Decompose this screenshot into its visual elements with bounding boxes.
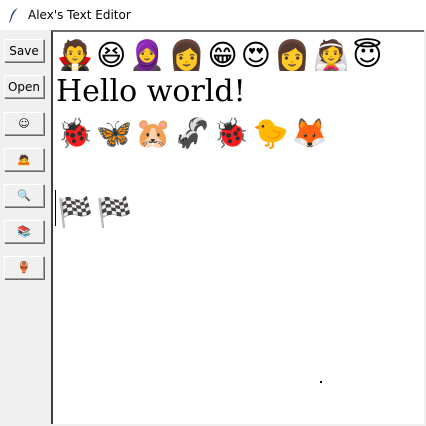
open-button[interactable]: Open (4, 75, 44, 98)
emoji-line-animals: 🐞🦋🐹🦨🐞🐤🦊 (57, 116, 331, 150)
stray-dot (320, 381, 322, 383)
text-cursor (55, 190, 56, 226)
smiley-button[interactable]: ☺ (4, 112, 44, 135)
potion-button[interactable]: 🏺 (4, 256, 44, 279)
emoji-line-faces: 🧛😆🧕👩😁😍👩👰😇 (57, 38, 386, 72)
potion-icon: 🏺 (17, 261, 31, 274)
toolbar-sidebar: Save Open ☺ 🙇 🔍 📚 🏺 (0, 30, 50, 426)
save-button[interactable]: Save (4, 39, 44, 62)
magnifier-icon: 🔍 (17, 189, 31, 202)
books-icon: 📚 (17, 225, 31, 238)
app-window: Alex's Text Editor Save Open ☺ 🙇 🔍 📚 🏺 🧛… (0, 0, 426, 426)
title-bar: Alex's Text Editor (0, 0, 426, 30)
person-icon: 🙇 (17, 153, 31, 166)
window-title: Alex's Text Editor (28, 8, 131, 22)
text-line: Hello world! (56, 74, 246, 109)
feather-icon (6, 7, 22, 23)
search-button[interactable]: 🔍 (4, 184, 44, 207)
person-button[interactable]: 🙇 (4, 148, 44, 171)
books-button[interactable]: 📚 (4, 220, 44, 243)
text-editor-area[interactable]: 🧛😆🧕👩😁😍👩👰😇 Hello world! 🐞🦋🐹🦨🐞🐤🦊 🏁🏁 (51, 30, 424, 424)
emoji-line-flags: 🏁🏁 (57, 195, 136, 229)
smiley-icon: ☺ (18, 117, 30, 130)
